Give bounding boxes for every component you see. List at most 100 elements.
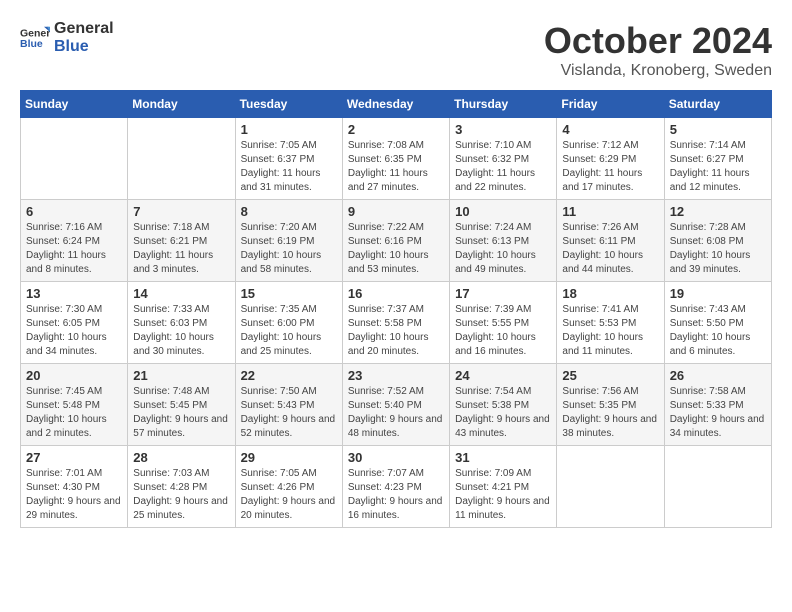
calendar-week-row: 27 Sunrise: 7:01 AM Sunset: 4:30 PM Dayli… — [21, 446, 772, 528]
day-number: 1 — [241, 122, 337, 137]
day-number: 25 — [562, 368, 658, 383]
calendar-cell: 31 Sunrise: 7:09 AM Sunset: 4:21 PM Dayli… — [450, 446, 557, 528]
day-number: 3 — [455, 122, 551, 137]
header: General Blue General Blue October 2024 V… — [20, 20, 772, 80]
day-detail: Sunrise: 7:30 AM Sunset: 6:05 PM Dayligh… — [26, 303, 122, 359]
calendar-cell: 5 Sunrise: 7:14 AM Sunset: 6:27 PM Daylig… — [664, 118, 771, 200]
day-detail: Sunrise: 7:56 AM Sunset: 5:35 PM Dayligh… — [562, 385, 658, 441]
logo-icon: General Blue — [20, 23, 50, 53]
calendar-cell: 2 Sunrise: 7:08 AM Sunset: 6:35 PM Daylig… — [342, 118, 449, 200]
calendar-cell: 24 Sunrise: 7:54 AM Sunset: 5:38 PM Dayli… — [450, 364, 557, 446]
logo: General Blue General Blue — [20, 20, 114, 55]
day-number: 13 — [26, 286, 122, 301]
day-number: 22 — [241, 368, 337, 383]
day-detail: Sunrise: 7:52 AM Sunset: 5:40 PM Dayligh… — [348, 385, 444, 441]
day-detail: Sunrise: 7:35 AM Sunset: 6:00 PM Dayligh… — [241, 303, 337, 359]
day-number: 27 — [26, 450, 122, 465]
calendar-header-friday: Friday — [557, 91, 664, 118]
day-detail: Sunrise: 7:33 AM Sunset: 6:03 PM Dayligh… — [133, 303, 229, 359]
day-detail: Sunrise: 7:03 AM Sunset: 4:28 PM Dayligh… — [133, 467, 229, 523]
calendar-cell — [557, 446, 664, 528]
calendar-cell: 6 Sunrise: 7:16 AM Sunset: 6:24 PM Daylig… — [21, 200, 128, 282]
month-title: October 2024 — [544, 20, 772, 62]
calendar-cell: 3Sunrise: 7:10 AM Sunset: 6:32 PM Daylig… — [450, 118, 557, 200]
calendar-header-tuesday: Tuesday — [235, 91, 342, 118]
calendar-cell — [664, 446, 771, 528]
calendar-cell: 4Sunrise: 7:12 AM Sunset: 6:29 PM Daylig… — [557, 118, 664, 200]
calendar-header-thursday: Thursday — [450, 91, 557, 118]
day-detail: Sunrise: 7:05 AM Sunset: 4:26 PM Dayligh… — [241, 467, 337, 523]
calendar-cell: 7Sunrise: 7:18 AM Sunset: 6:21 PM Daylig… — [128, 200, 235, 282]
day-detail: Sunrise: 7:48 AM Sunset: 5:45 PM Dayligh… — [133, 385, 229, 441]
day-number: 21 — [133, 368, 229, 383]
day-number: 10 — [455, 204, 551, 219]
day-detail: Sunrise: 7:39 AM Sunset: 5:55 PM Dayligh… — [455, 303, 551, 359]
day-number: 18 — [562, 286, 658, 301]
day-detail: Sunrise: 7:12 AM Sunset: 6:29 PM Dayligh… — [562, 139, 658, 195]
calendar-header-saturday: Saturday — [664, 91, 771, 118]
day-number: 6 — [26, 204, 122, 219]
calendar-cell: 28 Sunrise: 7:03 AM Sunset: 4:28 PM Dayli… — [128, 446, 235, 528]
calendar-cell: 20 Sunrise: 7:45 AM Sunset: 5:48 PM Dayli… — [21, 364, 128, 446]
calendar-header-sunday: Sunday — [21, 91, 128, 118]
calendar-cell: 23Sunrise: 7:52 AM Sunset: 5:40 PM Dayli… — [342, 364, 449, 446]
day-number: 31 — [455, 450, 551, 465]
calendar-week-row: 6 Sunrise: 7:16 AM Sunset: 6:24 PM Daylig… — [21, 200, 772, 282]
day-detail: Sunrise: 7:28 AM Sunset: 6:08 PM Dayligh… — [670, 221, 766, 277]
logo-general: General — [54, 20, 114, 38]
calendar-cell: 30Sunrise: 7:07 AM Sunset: 4:23 PM Dayli… — [342, 446, 449, 528]
day-detail: Sunrise: 7:45 AM Sunset: 5:48 PM Dayligh… — [26, 385, 122, 441]
day-detail: Sunrise: 7:58 AM Sunset: 5:33 PM Dayligh… — [670, 385, 766, 441]
day-number: 28 — [133, 450, 229, 465]
calendar-cell: 19Sunrise: 7:43 AM Sunset: 5:50 PM Dayli… — [664, 282, 771, 364]
calendar-cell: 9Sunrise: 7:22 AM Sunset: 6:16 PM Daylig… — [342, 200, 449, 282]
calendar-table: SundayMondayTuesdayWednesdayThursdayFrid… — [20, 90, 772, 528]
day-number: 7 — [133, 204, 229, 219]
day-detail: Sunrise: 7:16 AM Sunset: 6:24 PM Dayligh… — [26, 221, 122, 277]
calendar-header-row: SundayMondayTuesdayWednesdayThursdayFrid… — [21, 91, 772, 118]
day-detail: Sunrise: 7:09 AM Sunset: 4:21 PM Dayligh… — [455, 467, 551, 523]
day-number: 11 — [562, 204, 658, 219]
calendar-cell: 29Sunrise: 7:05 AM Sunset: 4:26 PM Dayli… — [235, 446, 342, 528]
day-detail: Sunrise: 7:26 AM Sunset: 6:11 PM Dayligh… — [562, 221, 658, 277]
day-detail: Sunrise: 7:50 AM Sunset: 5:43 PM Dayligh… — [241, 385, 337, 441]
day-number: 24 — [455, 368, 551, 383]
calendar-cell: 14Sunrise: 7:33 AM Sunset: 6:03 PM Dayli… — [128, 282, 235, 364]
calendar-week-row: 13 Sunrise: 7:30 AM Sunset: 6:05 PM Dayli… — [21, 282, 772, 364]
calendar-cell: 8Sunrise: 7:20 AM Sunset: 6:19 PM Daylig… — [235, 200, 342, 282]
location-title: Vislanda, Kronoberg, Sweden — [544, 62, 772, 80]
calendar-body: 1 Sunrise: 7:05 AM Sunset: 6:37 PM Daylig… — [21, 118, 772, 528]
day-number: 16 — [348, 286, 444, 301]
logo-blue: Blue — [54, 38, 114, 56]
day-detail: Sunrise: 7:20 AM Sunset: 6:19 PM Dayligh… — [241, 221, 337, 277]
day-number: 26 — [670, 368, 766, 383]
calendar-header-wednesday: Wednesday — [342, 91, 449, 118]
calendar-cell: 16 Sunrise: 7:37 AM Sunset: 5:58 PM Dayli… — [342, 282, 449, 364]
day-number: 9 — [348, 204, 444, 219]
day-detail: Sunrise: 7:05 AM Sunset: 6:37 PM Dayligh… — [241, 139, 337, 195]
title-area: October 2024 Vislanda, Kronoberg, Sweden — [544, 20, 772, 80]
calendar-week-row: 20 Sunrise: 7:45 AM Sunset: 5:48 PM Dayli… — [21, 364, 772, 446]
day-number: 30 — [348, 450, 444, 465]
day-number: 5 — [670, 122, 766, 137]
day-detail: Sunrise: 7:01 AM Sunset: 4:30 PM Dayligh… — [26, 467, 122, 523]
calendar-cell: 26 Sunrise: 7:58 AM Sunset: 5:33 PM Dayli… — [664, 364, 771, 446]
day-number: 15 — [241, 286, 337, 301]
day-detail: Sunrise: 7:54 AM Sunset: 5:38 PM Dayligh… — [455, 385, 551, 441]
calendar-cell: 18Sunrise: 7:41 AM Sunset: 5:53 PM Dayli… — [557, 282, 664, 364]
calendar-week-row: 1 Sunrise: 7:05 AM Sunset: 6:37 PM Daylig… — [21, 118, 772, 200]
day-detail: Sunrise: 7:14 AM Sunset: 6:27 PM Dayligh… — [670, 139, 766, 195]
day-number: 20 — [26, 368, 122, 383]
calendar-cell: 12Sunrise: 7:28 AM Sunset: 6:08 PM Dayli… — [664, 200, 771, 282]
calendar-cell: 27 Sunrise: 7:01 AM Sunset: 4:30 PM Dayli… — [21, 446, 128, 528]
day-detail: Sunrise: 7:24 AM Sunset: 6:13 PM Dayligh… — [455, 221, 551, 277]
day-detail: Sunrise: 7:37 AM Sunset: 5:58 PM Dayligh… — [348, 303, 444, 359]
day-detail: Sunrise: 7:43 AM Sunset: 5:50 PM Dayligh… — [670, 303, 766, 359]
day-number: 2 — [348, 122, 444, 137]
calendar-cell: 1 Sunrise: 7:05 AM Sunset: 6:37 PM Daylig… — [235, 118, 342, 200]
day-detail: Sunrise: 7:08 AM Sunset: 6:35 PM Dayligh… — [348, 139, 444, 195]
calendar-header-monday: Monday — [128, 91, 235, 118]
calendar-cell: 22 Sunrise: 7:50 AM Sunset: 5:43 PM Dayli… — [235, 364, 342, 446]
calendar-cell: 21 Sunrise: 7:48 AM Sunset: 5:45 PM Dayli… — [128, 364, 235, 446]
calendar-cell — [128, 118, 235, 200]
